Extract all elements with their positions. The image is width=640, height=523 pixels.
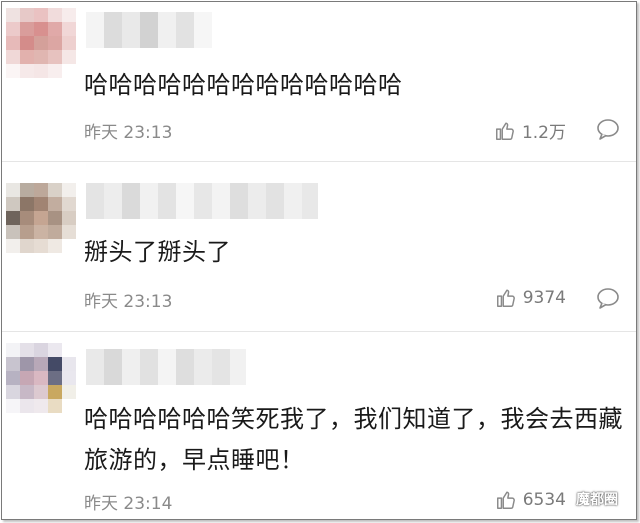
avatar[interactable]: [6, 8, 76, 78]
comment-list: 哈哈哈哈哈哈哈哈哈哈哈哈哈 昨天 23:13 1.2万 掰头了掰头了 昨天 23…: [1, 1, 637, 520]
like-button[interactable]: 1.2万: [494, 118, 566, 143]
username-blurred[interactable]: [86, 183, 318, 219]
comment-item: 哈哈哈哈哈哈笑死我了，我们知道了，我会去西藏旅游的，早点睡吧！ 昨天 23:14…: [2, 333, 636, 519]
comment-time: 昨天 23:13: [84, 292, 173, 312]
comment-text: 哈哈哈哈哈哈笑死我了，我们知道了，我会去西藏旅游的，早点睡吧！: [84, 405, 623, 474]
thumbs-up-icon: [496, 289, 515, 307]
thumbs-up-icon: [496, 491, 515, 509]
like-button[interactable]: 9374: [495, 287, 566, 309]
divider: [2, 161, 636, 162]
comment-time: 昨天 23:14: [84, 494, 173, 514]
thumbs-up-icon: [495, 121, 514, 140]
watermark-text: 魔都圈: [576, 492, 618, 508]
like-button[interactable]: 6534: [495, 489, 566, 511]
like-count: 6534: [522, 490, 566, 510]
comment-text: 哈哈哈哈哈哈哈哈哈哈哈哈哈: [84, 71, 403, 99]
comment-time: 昨天 23:13: [84, 123, 173, 143]
divider: [2, 331, 636, 332]
username-blurred[interactable]: [86, 349, 246, 385]
comment-text: 掰头了掰头了: [84, 238, 231, 266]
comment-item: 掰头了掰头了 昨天 23:13 9374: [2, 163, 636, 332]
watermark: 魔都圈: [576, 489, 618, 509]
like-count: 1.2万: [521, 123, 566, 143]
like-count: 9374: [522, 288, 566, 308]
username-blurred[interactable]: [86, 12, 216, 48]
avatar[interactable]: [6, 183, 76, 253]
comment-item: 哈哈哈哈哈哈哈哈哈哈哈哈哈 昨天 23:13 1.2万: [2, 2, 636, 162]
speech-bubble-icon[interactable]: [596, 118, 620, 140]
avatar[interactable]: [6, 343, 76, 413]
speech-bubble-icon[interactable]: [596, 287, 620, 309]
